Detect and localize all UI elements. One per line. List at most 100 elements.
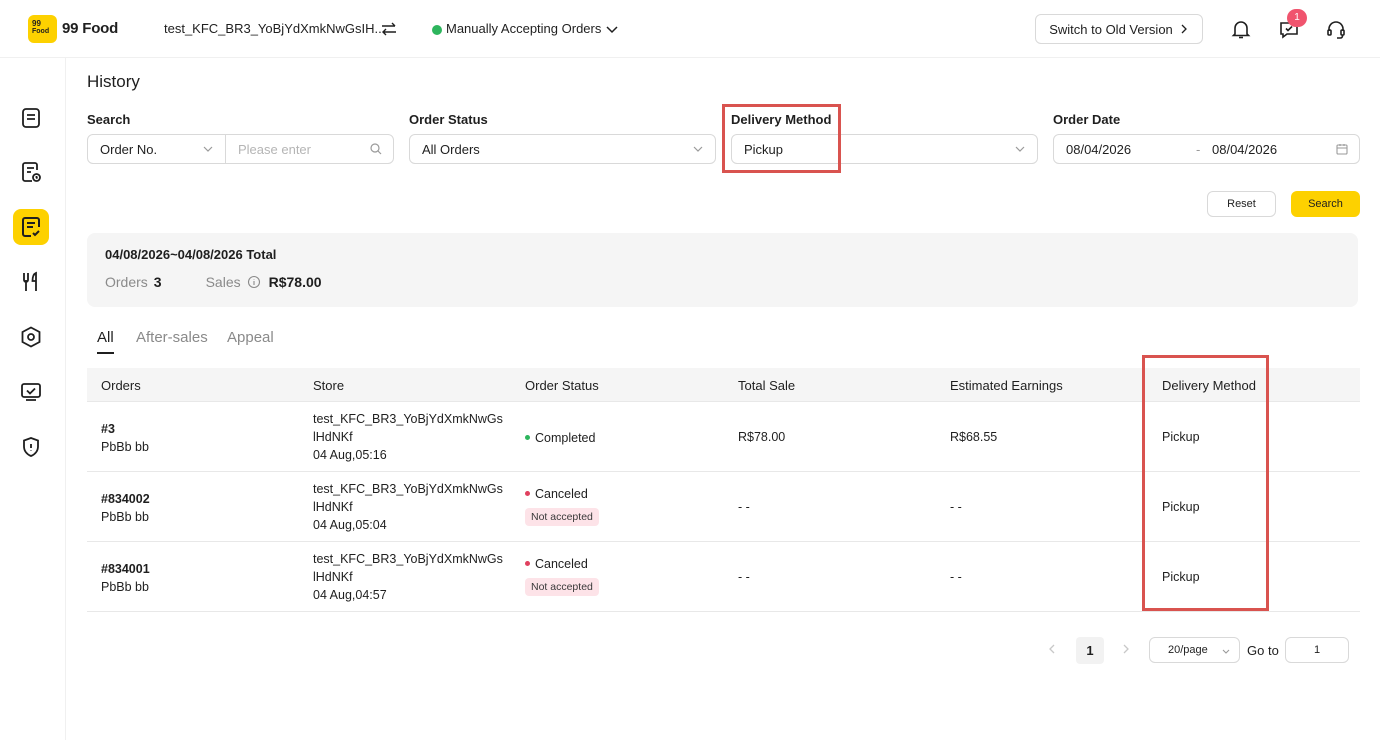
tab-appeal[interactable]: Appeal	[227, 329, 274, 346]
prev-page-icon[interactable]	[1046, 643, 1058, 655]
column-header-orders: Orders	[101, 378, 141, 393]
switch-old-version-label: Switch to Old Version	[1049, 21, 1173, 37]
message-badge: 1	[1287, 9, 1307, 27]
customer-name: PbBb bb	[101, 580, 149, 594]
sidebar-item-history[interactable]	[13, 209, 49, 245]
order-time: 04 Aug,05:16	[313, 448, 387, 462]
search-input[interactable]: Please enter	[225, 134, 394, 164]
store-selector[interactable]: test_KFC_BR3_YoBjYdXmkNwGsIH...	[164, 21, 385, 36]
status-text: Completed	[535, 431, 596, 445]
total-sale: - -	[738, 500, 750, 514]
total-sale: R$78.00	[738, 430, 786, 444]
order-status-label: Order Status	[409, 112, 488, 127]
store-name-line2: lHdNKf	[313, 570, 353, 584]
order-number[interactable]: #834001	[101, 560, 150, 578]
page-size-select[interactable]: 20/page	[1149, 637, 1240, 663]
shield-icon	[23, 437, 39, 457]
store-settings-icon	[21, 326, 41, 348]
page-size-value: 20/page	[1168, 644, 1208, 656]
status-cell: Completed	[525, 429, 595, 447]
store-name-line1: test_KFC_BR3_YoBjYdXmkNwGs	[313, 412, 503, 426]
search-button[interactable]: Search	[1291, 191, 1360, 217]
store-name-line2: lHdNKf	[313, 500, 353, 514]
goto-label: Go to	[1247, 643, 1279, 658]
status-badge: Not accepted	[525, 508, 599, 526]
status-dot	[525, 435, 530, 441]
summary-card: 04/08/2026~04/08/2026 Total Orders 3 Sal…	[87, 233, 1358, 307]
sidebar-item-security[interactable]	[17, 433, 45, 461]
orders-list-icon	[22, 108, 40, 128]
page-number-current[interactable]: 1	[1076, 637, 1104, 664]
customer-name: PbBb bb	[101, 440, 149, 454]
order-status-select[interactable]: All Orders	[409, 134, 716, 164]
bell-icon[interactable]	[1230, 18, 1252, 40]
chevron-down-icon	[693, 146, 703, 152]
search-icon[interactable]	[369, 142, 383, 156]
delivery-filter-highlight	[722, 104, 841, 173]
online-status-dot	[432, 25, 442, 35]
sidebar-item-menu[interactable]	[17, 268, 45, 296]
next-page-icon[interactable]	[1120, 643, 1132, 655]
status-cell: Canceled Not accepted	[525, 555, 599, 596]
reset-button[interactable]: Reset	[1207, 191, 1276, 217]
logo-small-text: 99	[32, 19, 41, 28]
logo-small-text-2: Food	[32, 28, 50, 35]
chevron-down-icon	[1015, 146, 1025, 152]
tab-after-sales[interactable]: After-sales	[136, 329, 208, 346]
order-date-range-picker[interactable]: 08/04/2026 - 08/04/2026	[1053, 134, 1360, 164]
chevron-down-icon	[1222, 649, 1230, 654]
chevron-down-icon	[203, 146, 213, 152]
store-cell: test_KFC_BR3_YoBjYdXmkNwGs lHdNKf 04 Aug…	[313, 410, 503, 464]
sidebar-item-dashboard[interactable]	[17, 378, 45, 406]
order-mode-dropdown[interactable]: Manually Accepting Orders	[446, 21, 601, 36]
date-from[interactable]: 08/04/2026	[1066, 142, 1131, 157]
swap-store-icon[interactable]	[380, 20, 398, 38]
switch-old-version-button[interactable]: Switch to Old Version	[1035, 14, 1203, 44]
chevron-right-icon	[1181, 24, 1187, 34]
search-label: Search	[87, 112, 131, 127]
estimated-earnings: - -	[950, 500, 962, 514]
order-number[interactable]: #834002	[101, 490, 150, 508]
estimated-earnings: - -	[950, 570, 962, 584]
brand-name: 99 Food	[62, 20, 119, 37]
store-name-line1: test_KFC_BR3_YoBjYdXmkNwGs	[313, 552, 503, 566]
sidebar-item-store[interactable]	[17, 323, 45, 351]
top-bar: 99 Food 99 Food test_KFC_BR3_YoBjYdXmkNw…	[0, 0, 1380, 58]
column-header-order-status: Order Status	[525, 378, 599, 393]
column-header-estimated-earnings: Estimated Earnings	[950, 378, 1063, 393]
store-name-line1: test_KFC_BR3_YoBjYdXmkNwGs	[313, 482, 503, 496]
sidebar-item-orders[interactable]	[17, 104, 45, 132]
store-name-line2: lHdNKf	[313, 430, 353, 444]
calendar-icon	[1336, 144, 1348, 155]
search-type-value: Order No.	[100, 141, 158, 157]
date-to[interactable]: 08/04/2026	[1212, 142, 1277, 157]
status-cell: Canceled Not accepted	[525, 485, 599, 526]
order-time: 04 Aug,04:57	[313, 588, 387, 602]
order-cell: #3 PbBb bb	[101, 420, 149, 456]
summary-stats: Orders 3 Sales R$78.00	[105, 274, 322, 290]
order-status-value: All Orders	[422, 141, 480, 157]
goto-page-input[interactable]: 1	[1285, 637, 1349, 663]
status-text: Canceled	[535, 487, 588, 501]
monitor-check-icon	[21, 383, 41, 401]
order-date-label: Order Date	[1053, 112, 1121, 127]
sales-label: Sales	[205, 274, 241, 290]
brand-logo-icon: 99 Food	[28, 15, 57, 43]
fork-knife-icon	[23, 271, 37, 291]
tab-all[interactable]: All	[97, 329, 114, 346]
store-cell: test_KFC_BR3_YoBjYdXmkNwGs lHdNKf 04 Aug…	[313, 550, 503, 604]
order-time: 04 Aug,05:04	[313, 518, 387, 532]
history-icon	[22, 217, 40, 237]
chevron-down-icon[interactable]	[604, 21, 620, 37]
search-input-placeholder: Please enter	[238, 141, 311, 157]
status-dot	[525, 561, 530, 567]
order-number[interactable]: #3	[101, 420, 149, 438]
sidebar-item-scheduled[interactable]	[17, 158, 45, 186]
info-icon[interactable]	[247, 275, 261, 289]
summary-title: 04/08/2026~04/08/2026 Total	[105, 247, 277, 262]
order-cell: #834001 PbBb bb	[101, 560, 150, 596]
support-headset-icon[interactable]	[1325, 18, 1347, 40]
search-type-select[interactable]: Order No.	[87, 134, 226, 164]
total-sale: - -	[738, 570, 750, 584]
page-title: History	[87, 72, 140, 91]
